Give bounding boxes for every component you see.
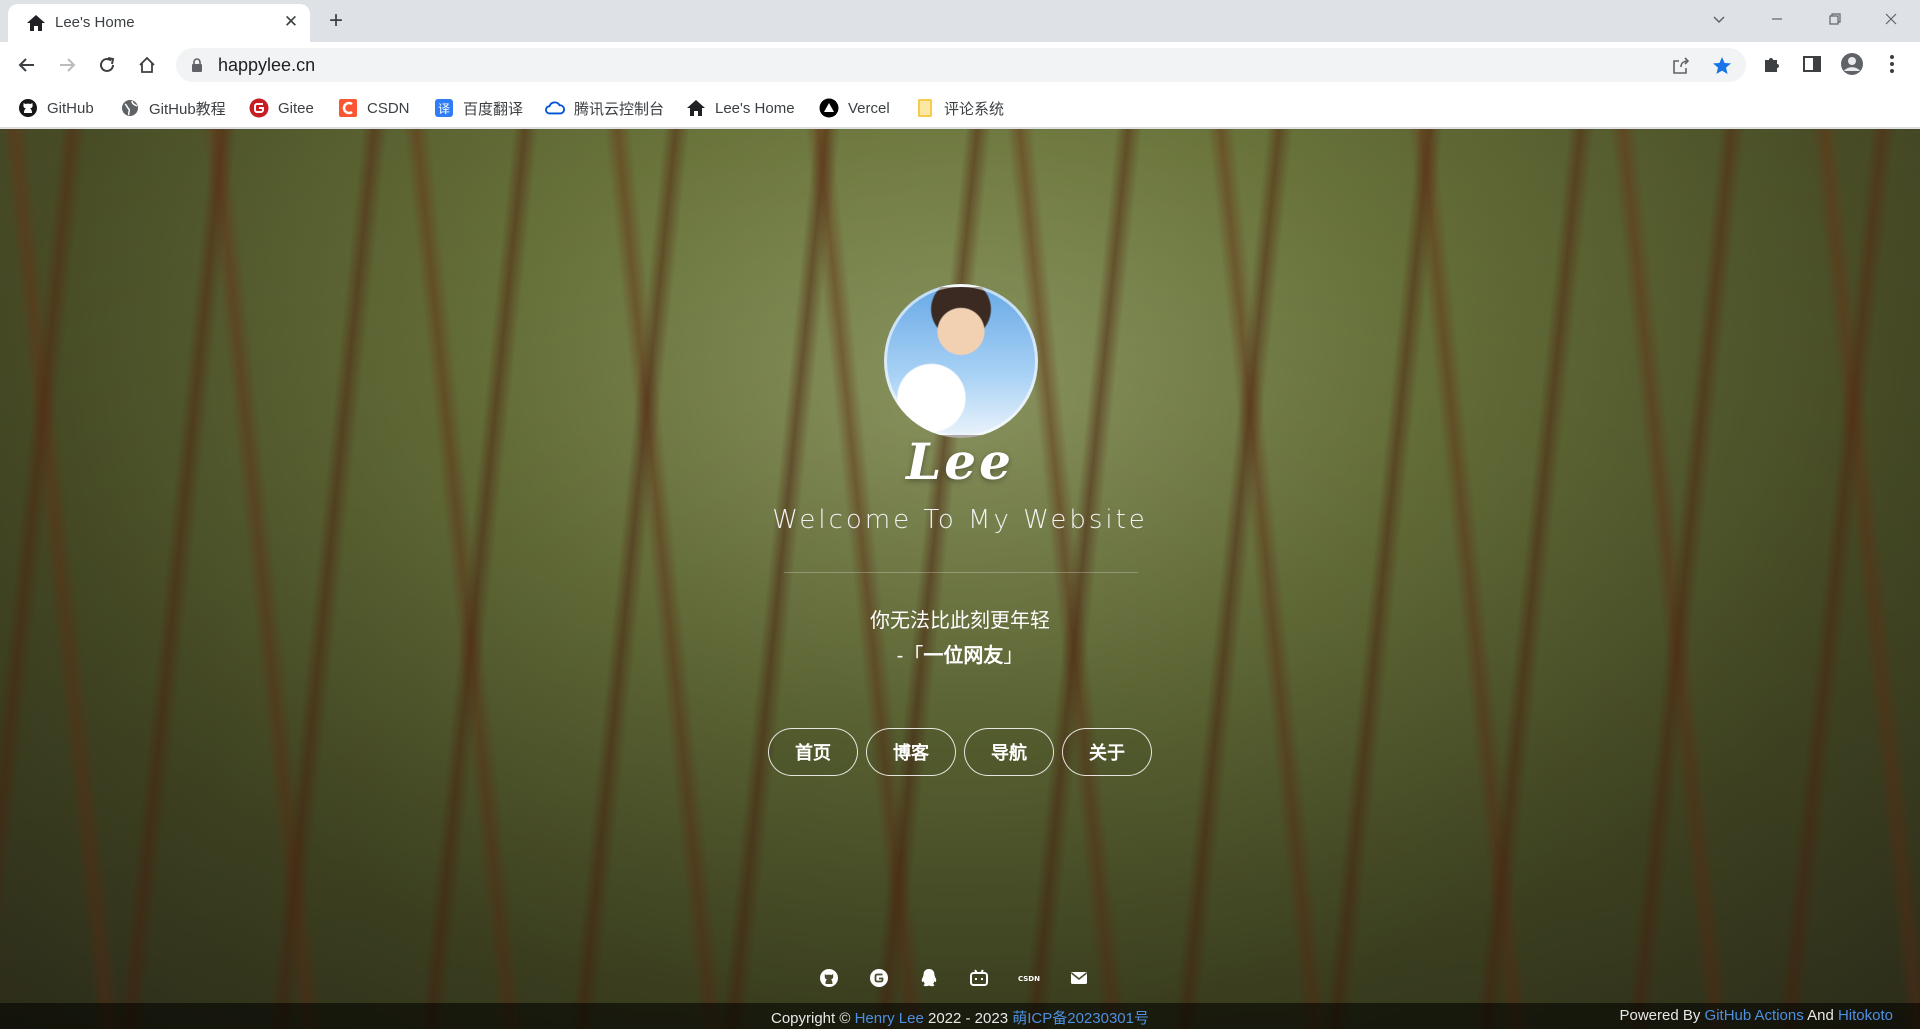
chevron-down-icon bbox=[1713, 16, 1725, 24]
home-icon bbox=[686, 98, 706, 118]
site-name: Lee bbox=[906, 432, 1014, 491]
github-icon[interactable] bbox=[818, 967, 840, 989]
footer: Copyright © Henry Lee 2022 - 2023 萌ICP备2… bbox=[0, 1003, 1920, 1029]
bookmark-label: 百度翻译 bbox=[463, 100, 524, 118]
csdn-icon[interactable]: CSDN bbox=[1018, 967, 1040, 989]
restore-button[interactable] bbox=[1812, 0, 1858, 38]
github-icon bbox=[18, 98, 38, 118]
nav-navigation-button[interactable]: 导航 bbox=[964, 728, 1054, 776]
bookmark-label: Gitee bbox=[278, 99, 314, 117]
copyright-years: 2022 - 2023 bbox=[927, 1010, 1009, 1027]
profile-avatar[interactable] bbox=[1839, 51, 1865, 77]
hitokoto-link[interactable]: Hitokoto bbox=[1838, 1007, 1893, 1024]
avatar bbox=[884, 284, 1038, 438]
profile-icon bbox=[1841, 53, 1863, 75]
browser-tab[interactable]: Lee's Home ✕ bbox=[8, 4, 310, 42]
baidu-translate-icon: 译 bbox=[434, 98, 454, 118]
side-panel-icon[interactable] bbox=[1799, 51, 1825, 77]
url-text: happylee.cn bbox=[218, 55, 316, 75]
gitee-icon bbox=[249, 98, 269, 118]
quote-prefix: -「 bbox=[896, 645, 924, 667]
qq-icon[interactable] bbox=[918, 967, 940, 989]
browser-toolbar: happylee.cn bbox=[0, 42, 1920, 88]
home-outline-icon bbox=[139, 56, 155, 73]
bookmark-baidu-translate[interactable]: 译 百度翻译 bbox=[434, 96, 523, 120]
bookmark-vercel[interactable]: Vercel bbox=[819, 96, 890, 120]
bookmark-github[interactable]: GitHub bbox=[18, 96, 94, 120]
nav-blog-button[interactable]: 博客 bbox=[866, 728, 956, 776]
bookmark-label: 腾讯云控制台 bbox=[574, 100, 665, 118]
tab-title: Lee's Home bbox=[55, 14, 135, 31]
copyright-prefix: Copyright © bbox=[771, 1010, 851, 1027]
bookmark-github-tutorial[interactable]: GitHub教程 bbox=[120, 96, 226, 120]
menu-button[interactable] bbox=[1879, 51, 1905, 77]
back-button[interactable] bbox=[11, 49, 43, 81]
home-icon bbox=[26, 13, 46, 33]
globe-icon bbox=[120, 98, 140, 118]
bilibili-icon[interactable] bbox=[968, 967, 990, 989]
close-icon bbox=[1885, 13, 1897, 25]
minimize-button[interactable] bbox=[1754, 0, 1800, 38]
icp-link[interactable]: 萌ICP备20230301号 bbox=[1012, 1010, 1149, 1027]
share-icon[interactable] bbox=[1670, 55, 1692, 77]
folder-icon bbox=[915, 98, 935, 118]
nav-home-button[interactable]: 首页 bbox=[768, 728, 858, 776]
quote-suffix: 」 bbox=[1003, 645, 1024, 667]
tencent-cloud-icon bbox=[545, 98, 565, 118]
star-icon[interactable] bbox=[1711, 55, 1733, 77]
welcome-text: Welcome To My Website bbox=[772, 505, 1148, 535]
bookmark-label: GitHub bbox=[47, 99, 94, 117]
main-nav: 首页 博客 导航 关于 bbox=[768, 728, 1152, 776]
powered-by-text: Powered By bbox=[1619, 1007, 1701, 1024]
minimize-icon bbox=[1772, 18, 1782, 20]
bookmark-label: GitHub教程 bbox=[149, 100, 226, 118]
tab-strip: Lee's Home ✕ + bbox=[0, 0, 1920, 42]
extensions-icon[interactable] bbox=[1759, 51, 1785, 77]
address-bar[interactable]: happylee.cn bbox=[176, 48, 1746, 82]
bookmark-csdn[interactable]: CSDN bbox=[338, 96, 410, 120]
reload-button[interactable] bbox=[91, 49, 123, 81]
arrow-right-icon bbox=[60, 58, 76, 72]
new-tab-button[interactable]: + bbox=[322, 8, 350, 36]
svg-text:CSDN: CSDN bbox=[1018, 975, 1040, 983]
lock-icon bbox=[190, 57, 206, 73]
reload-icon bbox=[100, 57, 115, 72]
web-page: Lee Welcome To My Website 你无法比此刻更年轻 -「一位… bbox=[0, 129, 1920, 1029]
bookmark-tencent-cloud[interactable]: 腾讯云控制台 bbox=[545, 96, 664, 120]
mail-icon[interactable] bbox=[1068, 967, 1090, 989]
bookmark-lees-home[interactable]: Lee's Home bbox=[686, 96, 795, 120]
bookmark-label: Lee's Home bbox=[715, 99, 795, 117]
arrow-left-icon bbox=[18, 58, 34, 72]
tab-search-button[interactable] bbox=[1696, 0, 1742, 38]
github-actions-link[interactable]: GitHub Actions bbox=[1705, 1007, 1804, 1024]
vercel-icon bbox=[819, 98, 839, 118]
home-button[interactable] bbox=[131, 49, 163, 81]
nav-about-button[interactable]: 关于 bbox=[1062, 728, 1152, 776]
hitokoto-quote[interactable]: 你无法比此刻更年轻 bbox=[0, 604, 1920, 633]
footer-powered-by: Powered By GitHub Actions And Hitokoto bbox=[1619, 1007, 1893, 1024]
forward-button[interactable] bbox=[51, 49, 83, 81]
author-link[interactable]: Henry Lee bbox=[855, 1010, 924, 1027]
svg-text:译: 译 bbox=[438, 102, 450, 116]
close-tab-icon[interactable]: ✕ bbox=[280, 11, 302, 33]
bookmark-label: 评论系统 bbox=[944, 100, 1005, 118]
gitee-icon[interactable] bbox=[868, 967, 890, 989]
hitokoto-source: -「一位网友」 bbox=[0, 639, 1920, 668]
bookmark-gitee[interactable]: Gitee bbox=[249, 96, 314, 120]
bookmark-comment-system[interactable]: 评论系统 bbox=[915, 96, 1004, 120]
divider bbox=[784, 572, 1138, 573]
bookmarks-bar: GitHub GitHub教程 Gitee CSDN 译 百度翻译 腾讯云控制台… bbox=[0, 88, 1920, 128]
close-window-button[interactable] bbox=[1868, 0, 1914, 38]
csdn-icon bbox=[338, 98, 358, 118]
quote-author: 一位网友 bbox=[923, 645, 1004, 667]
hero-section: Lee Welcome To My Website 你无法比此刻更年轻 -「一位… bbox=[0, 129, 1920, 1029]
and-text: And bbox=[1807, 1007, 1834, 1024]
bookmark-label: CSDN bbox=[367, 99, 410, 117]
more-vertical-icon bbox=[1890, 55, 1894, 73]
restore-icon bbox=[1829, 13, 1841, 25]
bookmark-label: Vercel bbox=[848, 99, 890, 117]
social-links: CSDN bbox=[818, 967, 1090, 989]
